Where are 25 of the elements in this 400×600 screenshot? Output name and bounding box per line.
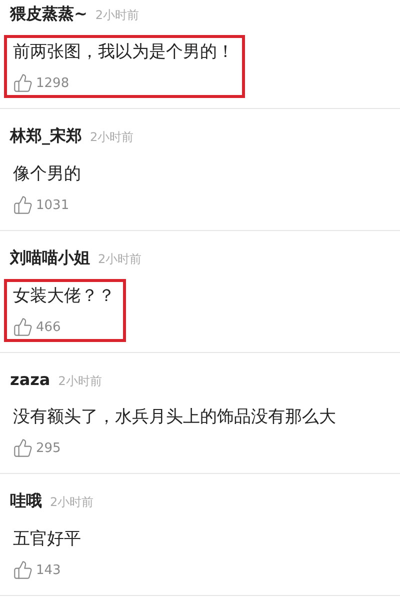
comment-text: 前两张图，我以为是个男的！ — [13, 41, 234, 63]
like-count: 1298 — [36, 76, 70, 90]
thumbs-up-icon[interactable] — [13, 195, 33, 215]
comment-time: 2小时前 — [50, 494, 94, 511]
username[interactable]: zaza — [10, 370, 50, 389]
like-count: 295 — [36, 440, 61, 456]
username[interactable]: 哇哦 — [10, 491, 42, 512]
thumbs-up-icon[interactable] — [13, 438, 33, 458]
comment-time: 2小时前 — [95, 7, 140, 24]
like-count: 466 — [36, 320, 61, 334]
comment-text: 像个男的 — [13, 163, 81, 185]
thumbs-up-icon[interactable] — [13, 560, 33, 580]
thumbs-up-icon[interactable] — [13, 317, 33, 337]
comment-time: 2小时前 — [58, 373, 102, 390]
comment-time: 2小时前 — [90, 129, 134, 146]
comment-text: 五官好平 — [13, 528, 81, 550]
comment-text: 没有额头了，水兵月头上的饰品没有那么大 — [13, 406, 336, 428]
username[interactable]: 林郑_宋郑 — [10, 126, 82, 147]
comment-time: 2小时前 — [98, 251, 142, 268]
username[interactable]: 猥皮蒸蒸~ — [10, 4, 88, 25]
username[interactable]: 刘喵喵小姐 — [10, 248, 90, 269]
like-count: 1031 — [36, 198, 70, 212]
like-count: 143 — [36, 562, 61, 578]
thumbs-up-icon[interactable] — [13, 73, 33, 93]
comment-text: 女装大佬？？ — [13, 285, 115, 307]
